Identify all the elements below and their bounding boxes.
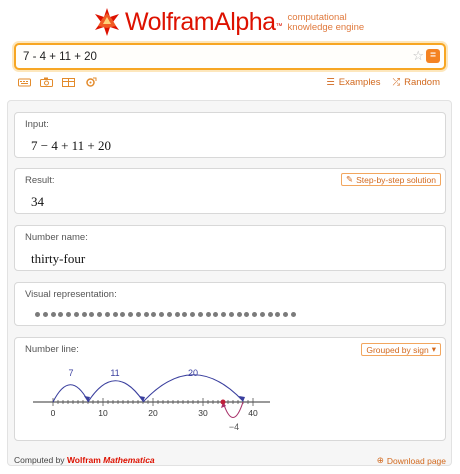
pencil-icon: ✎ [346,174,354,184]
pod-title: Input: [25,119,49,130]
unit-dot [205,312,211,317]
wolfram-alpha-logo[interactable]: WolframAlpha ™ computational knowledge e… [92,5,380,39]
unit-dot [42,312,48,317]
star-icon[interactable]: ☆ [412,47,424,65]
unit-dot [166,312,172,317]
unit-dot [267,312,273,317]
wolfram-link[interactable]: Wolfram [67,455,101,465]
result-pod: Result: ✎ Step-by-step solution 34 [14,168,446,214]
compute-button[interactable]: = [426,49,440,63]
table-icon[interactable] [62,77,75,88]
tick-label-10: 10 [98,408,108,418]
jump-label-20: 20 [188,368,198,378]
unit-dot [252,312,257,317]
download-page-link[interactable]: ⊕ Download page [377,455,446,466]
unit-dot [190,312,195,317]
keyboard-icon[interactable] [18,77,31,88]
unit-dot [112,312,118,317]
pod-title: Number name: [25,232,88,243]
search-input[interactable] [16,45,396,68]
arrow-head [239,396,245,402]
unit-dot [290,312,296,317]
footer: Computed by Wolfram Mathematica ⊕ Downlo… [14,455,446,467]
random-link[interactable]: ⤮ Random [392,77,440,88]
tagline-line2: knowledge engine [287,22,365,33]
unit-dot [58,312,64,317]
random-label: Random [404,77,440,88]
tick-label-0: 0 [51,408,56,418]
unit-dot [236,312,242,317]
number-name-pod: Number name: thirty-four [14,225,446,271]
download-label: Download page [386,455,446,466]
number-line-graphic[interactable]: 0 10 20 30 40 7 11 20 −4 [15,338,447,438]
unit-dot [135,312,141,317]
unit-dot [244,312,250,317]
jump-label-7: 7 [68,368,73,378]
computed-by-text: Computed by [14,455,65,465]
jump-arc-minus-4 [222,401,244,419]
toolbar-links: ☰ Examples ⤮ Random [326,77,440,88]
unit-dot [120,312,126,317]
jump-arc-plus-20 [142,374,244,403]
unit-dot [143,312,149,317]
list-icon: ☰ [326,77,335,88]
jump-label-11: 11 [110,368,119,378]
visual-representation-pod: Visual representation: [14,282,446,326]
spikey-logo-icon [95,8,119,36]
shuffle-icon: ⤮ [392,77,401,88]
download-icon: ⊕ [376,455,384,465]
unit-dot [259,312,265,317]
unit-dot [197,312,203,317]
pod-title: Result: [25,175,55,186]
jump-arc-plus-11 [87,380,144,403]
result-marker [220,399,226,405]
jump-arc-plus-7 [52,384,89,403]
trademark: ™ [275,22,283,30]
unit-dot [182,312,188,317]
brand-name: WolframAlpha [125,8,276,36]
input-pod: Input: 7 − 4 + 11 + 20 [14,112,446,158]
number-line-pod: Number line: Grouped by sign ▾ 0 10 20 3… [14,337,446,441]
toolbar: ☰ Examples ⤮ Random [14,77,446,91]
tick-label-40: 40 [248,408,258,418]
unit-dot [283,312,288,317]
unit-dot [104,312,110,317]
mathematica-link[interactable]: Mathematica [103,455,155,465]
results-panel: Input: 7 − 4 + 11 + 20 Result: ✎ Step-by… [7,100,452,466]
unit-dot [35,312,40,317]
unit-dot [66,312,71,317]
pod-title: Visual representation: [25,289,117,300]
unit-dot [50,312,56,317]
examples-label: Examples [338,77,381,88]
camera-icon[interactable] [40,77,53,88]
unit-dot [213,312,219,317]
examples-link[interactable]: ☰ Examples [326,77,380,88]
settings-icon[interactable] [84,77,97,88]
tick-label-20: 20 [148,408,158,418]
unit-dot [89,312,95,317]
equals-icon: = [430,50,436,61]
number-name-value[interactable]: thirty-four [31,251,85,267]
input-expression[interactable]: 7 − 4 + 11 + 20 [31,138,111,154]
step-by-step-label: Step-by-step solution [356,174,436,185]
unit-dot [151,312,157,317]
result-value[interactable]: 34 [31,194,44,210]
jump-label-minus-4: −4 [229,422,239,432]
unit-dot [228,312,234,317]
unit-dot [275,312,281,317]
step-by-step-button[interactable]: ✎ Step-by-step solution [341,173,441,186]
dot-row[interactable] [35,312,296,317]
unit-dot [128,312,133,317]
unit-dot [73,312,79,317]
unit-dot [221,312,226,317]
unit-dot [97,312,102,317]
input-mode-icons [18,77,97,88]
search-box: ☆ = [14,43,446,70]
tagline: computational knowledge engine [288,13,380,33]
unit-dot [81,312,87,317]
unit-dot [174,312,180,317]
unit-dot [159,312,164,317]
tick-label-30: 30 [198,408,208,418]
header: WolframAlpha ™ computational knowledge e… [0,0,460,100]
